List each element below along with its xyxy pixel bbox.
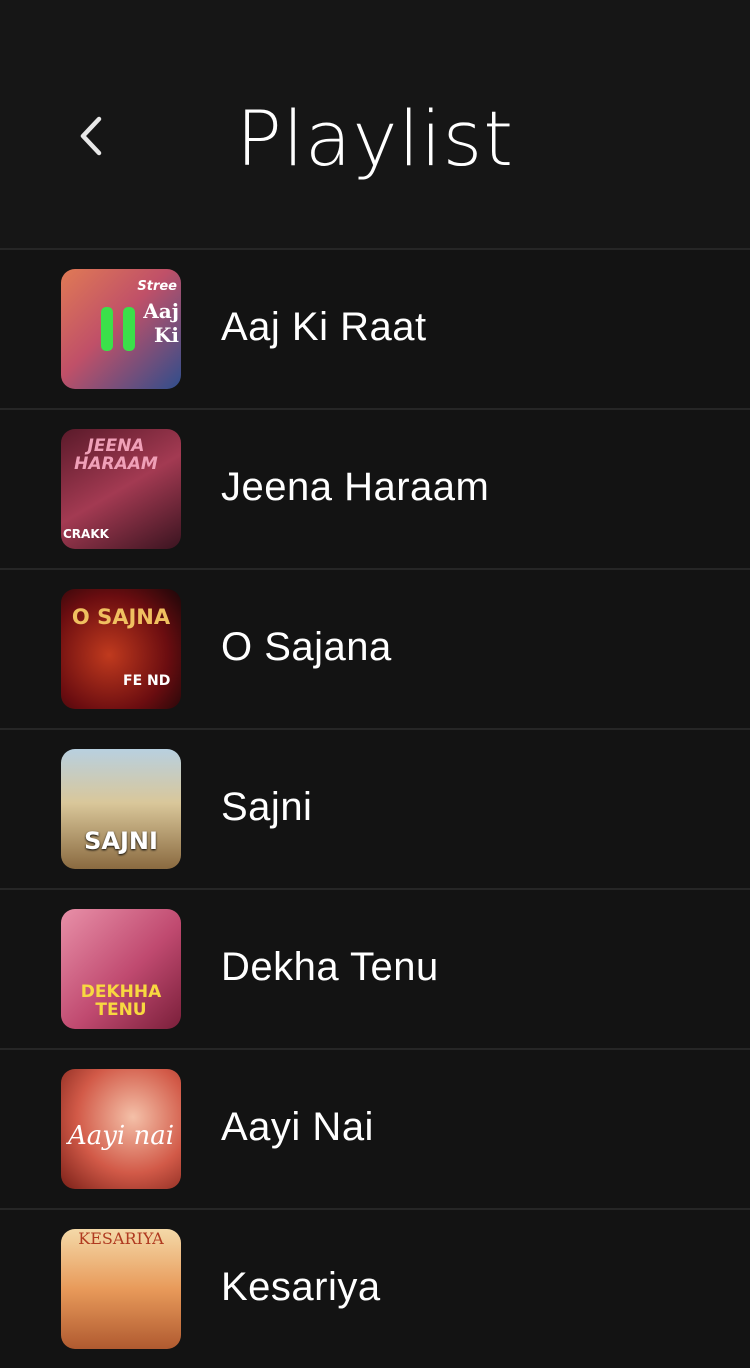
cover-text: Stree (137, 279, 177, 294)
album-cover: Stree Aaj Ki (61, 269, 181, 389)
song-title: Aayi Nai (221, 1105, 374, 1149)
album-cover: SAJNI (61, 749, 181, 869)
cover-text: CRAKK (63, 527, 109, 541)
playlist-item[interactable]: DEKHHA TENU Dekha Tenu (0, 888, 750, 1048)
playlist-item[interactable]: Aayi nai Aayi Nai (0, 1048, 750, 1208)
pause-icon[interactable] (101, 307, 141, 351)
cover-text: JEENA HARAAM (74, 436, 158, 474)
album-cover: DEKHHA TENU (61, 909, 181, 1029)
cover-text: O SAJNA (71, 605, 171, 629)
song-title: Dekha Tenu (221, 945, 439, 989)
page-title: Playlist (235, 94, 515, 183)
cover-text: KESARIYA (78, 1229, 164, 1248)
song-title: Aaj Ki Raat (221, 305, 427, 349)
album-cover: KESARIYA (61, 1229, 181, 1349)
playlist-item[interactable]: KESARIYA Kesariya (0, 1208, 750, 1368)
album-cover: O SAJNA FE ND (61, 589, 181, 709)
playlist-item[interactable]: O SAJNA FE ND O Sajana (0, 568, 750, 728)
playlist: Stree Aaj Ki Aaj Ki Raat JEENA HARAAM CR… (0, 248, 750, 1368)
song-title: Jeena Haraam (221, 465, 490, 509)
app-header: Playlist (0, 0, 750, 248)
playlist-item[interactable]: JEENA HARAAM CRAKK Jeena Haraam (0, 408, 750, 568)
album-cover: JEENA HARAAM CRAKK (61, 429, 181, 549)
cover-text: FE ND (123, 673, 171, 689)
cover-text: DEKHHA TENU (80, 982, 162, 1020)
playlist-item[interactable]: Stree Aaj Ki Aaj Ki Raat (0, 248, 750, 408)
song-title: O Sajana (221, 625, 392, 669)
playlist-item[interactable]: SAJNI Sajni (0, 728, 750, 888)
song-title: Sajni (221, 785, 313, 829)
song-title: Kesariya (221, 1265, 381, 1309)
cover-text: Aayi nai (67, 1121, 175, 1151)
cover-text: SAJNI (84, 827, 158, 855)
album-cover: Aayi nai (61, 1069, 181, 1189)
